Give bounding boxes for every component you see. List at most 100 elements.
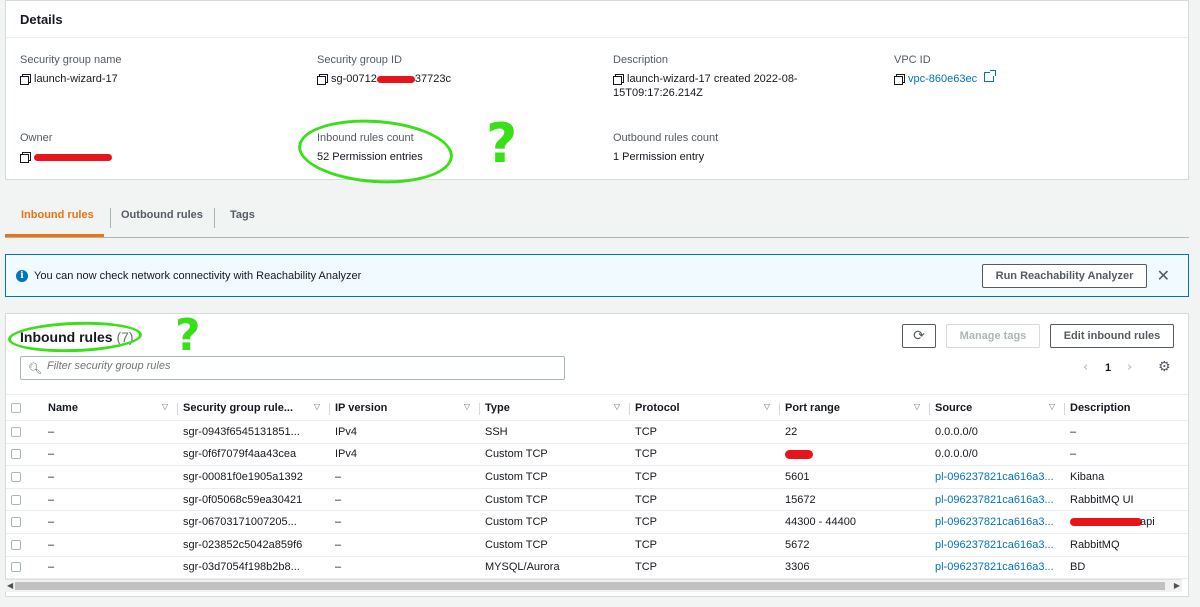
protocol-cell: TCP [630, 465, 780, 489]
table-row[interactable]: – sgr-0f6f7079f4aa43cea IPv4 Custom TCP TCP 0… [6, 443, 1188, 467]
column-header[interactable]: IP version ▽ [330, 394, 480, 421]
name-cell: – [43, 510, 178, 534]
protocol-cell: TCP [630, 420, 780, 444]
description-field: Description launch-wizard-17 created 202… [613, 54, 813, 100]
sort-icon: ▽ [763, 402, 770, 411]
gear-icon[interactable]: ⚙ [1158, 359, 1171, 375]
refresh-button[interactable]: ⟳ [902, 324, 936, 348]
name-cell: – [43, 420, 178, 444]
column-header[interactable]: Port range ▽ [780, 394, 930, 421]
edit-inbound-rules-button[interactable]: Edit inbound rules [1050, 324, 1174, 348]
source-cell[interactable]: pl-096237821ca616a3... [930, 533, 1065, 557]
checkbox-cell[interactable] [6, 510, 43, 534]
name-cell: – [43, 465, 178, 489]
checkbox-cell[interactable] [6, 420, 43, 444]
table-row[interactable]: – sgr-06703171007205... – Custom TCP TCP 4430… [6, 510, 1188, 534]
type-cell: Custom TCP [480, 488, 630, 512]
checkbox-cell[interactable] [6, 488, 43, 512]
rule-id-cell: sgr-00081f0e1905a1392 [178, 465, 330, 489]
horizontal-scrollbar[interactable]: ◀ ▶ [5, 579, 1182, 592]
vpc-id-link[interactable]: vpc-860e63ec [908, 72, 977, 86]
sg-id-prefix: sg-00712 [331, 73, 377, 85]
search-icon: 🔍︎ [28, 362, 42, 375]
outbound-count-field: Outbound rules count 1 Permission entry [613, 132, 718, 164]
checkbox-cell[interactable] [6, 465, 43, 489]
protocol-cell: TCP [630, 443, 780, 467]
scrollbar-thumb[interactable] [15, 582, 1165, 590]
prefix-list-link[interactable]: pl-096237821ca616a3... [935, 561, 1054, 573]
filter-box: 🔍︎ [20, 356, 565, 380]
ip-version-cell: – [330, 465, 480, 489]
table-row[interactable]: – sgr-03d7054f198b2b8... – MYSQL/Aurora TCP 3… [6, 556, 1188, 580]
checkbox-cell[interactable] [6, 443, 43, 467]
table-row[interactable]: – sgr-0943f6545131851... IPv4 SSH TCP 22 0.0.0… [6, 420, 1188, 444]
prefix-list-link[interactable]: pl-096237821ca616a3... [935, 539, 1054, 551]
rule-id-cell: sgr-03d7054f198b2b8... [178, 556, 330, 580]
redaction-mark [376, 76, 415, 83]
column-header[interactable]: Security group rule... ▽ [178, 394, 330, 421]
redaction-mark [1070, 518, 1142, 527]
tab-tags[interactable]: Tags [230, 209, 255, 221]
prev-page-icon[interactable]: ‹ [1083, 360, 1088, 375]
row-checkbox[interactable] [11, 562, 21, 573]
sort-icon: ▽ [161, 402, 168, 411]
prefix-list-link[interactable]: pl-096237821ca616a3... [935, 516, 1054, 528]
column-header[interactable]: Protocol ▽ [630, 394, 780, 421]
filter-input[interactable] [47, 360, 547, 372]
source-cell[interactable]: pl-096237821ca616a3... [930, 510, 1065, 534]
column-header[interactable]: Type ▽ [480, 394, 630, 421]
name-cell: – [43, 556, 178, 580]
description-cell: RabbitMQ UI [1065, 488, 1188, 512]
table-row[interactable]: – sgr-00081f0e1905a1392– Custom TCP TCP 5601… [6, 465, 1188, 489]
select-all-checkbox[interactable] [11, 402, 21, 413]
source-cell[interactable]: pl-096237821ca616a3... [930, 488, 1065, 512]
tab-outbound-rules[interactable]: Outbound rules [121, 209, 203, 221]
copy-icon[interactable] [894, 74, 905, 85]
row-checkbox[interactable] [11, 539, 21, 550]
row-checkbox[interactable] [11, 426, 21, 437]
row-checkbox[interactable] [11, 449, 21, 460]
scroll-right-icon[interactable]: ▶ [1174, 581, 1180, 590]
sg-name-value: launch-wizard-17 [34, 73, 118, 85]
scroll-left-icon[interactable]: ◀ [7, 581, 13, 590]
table-row[interactable]: – sgr-0f05068c59ea30421– Custom TCP TCP 1567… [6, 488, 1188, 512]
column-header[interactable]: Source ▽ [930, 394, 1065, 421]
outbound-count-label: Outbound rules count [613, 132, 719, 144]
column-header[interactable]: Description [1065, 394, 1188, 421]
close-icon[interactable]: ✕ [1157, 266, 1170, 285]
table-row[interactable]: – sgr-023852c5042a859f6– Custom TCP TCP 5672… [6, 533, 1188, 557]
source-cell[interactable]: pl-096237821ca616a3... [930, 556, 1065, 580]
name-cell: – [43, 488, 178, 512]
description-label: Description [613, 54, 669, 66]
prefix-list-link[interactable]: pl-096237821ca616a3... [935, 471, 1054, 483]
column-header[interactable]: Name ▽ [43, 394, 178, 421]
manage-tags-button[interactable]: Manage tags [946, 324, 1040, 348]
tab-bar: Inbound rules Outbound rules Tags [5, 200, 1189, 238]
description-line2: 15T09:17:26.214Z [613, 87, 703, 99]
active-tab-indicator [5, 234, 104, 237]
external-link-icon[interactable] [984, 70, 997, 82]
row-checkbox[interactable] [11, 472, 21, 483]
copy-icon[interactable] [613, 74, 624, 85]
type-cell: Custom TCP [480, 533, 630, 557]
tab-inbound-rules[interactable]: Inbound rules [21, 209, 94, 221]
checkbox-cell[interactable] [6, 533, 43, 557]
copy-icon[interactable] [317, 74, 328, 85]
sort-icon: ▽ [913, 402, 920, 411]
port-range-cell: 5672 [780, 533, 930, 557]
rule-id-cell: sgr-0f6f7079f4aa43cea [178, 443, 330, 467]
copy-icon[interactable] [20, 74, 31, 85]
prefix-list-link[interactable]: pl-096237821ca616a3... [935, 494, 1054, 506]
row-checkbox[interactable] [11, 517, 21, 528]
description-cell: – [1065, 443, 1188, 467]
page-number[interactable]: 1 [1105, 362, 1111, 374]
run-reachability-analyzer-button[interactable]: Run Reachability Analyzer [982, 264, 1147, 288]
row-checkbox[interactable] [11, 494, 21, 505]
checkbox-cell[interactable] [6, 556, 43, 580]
source-cell[interactable]: pl-096237821ca616a3... [930, 465, 1065, 489]
protocol-cell: TCP [630, 488, 780, 512]
port-range-cell: 44300 - 44400 [780, 510, 930, 534]
next-page-icon[interactable]: › [1127, 360, 1132, 375]
description-line1: launch-wizard-17 created 2022-08- [627, 73, 798, 85]
copy-icon[interactable] [20, 152, 31, 163]
